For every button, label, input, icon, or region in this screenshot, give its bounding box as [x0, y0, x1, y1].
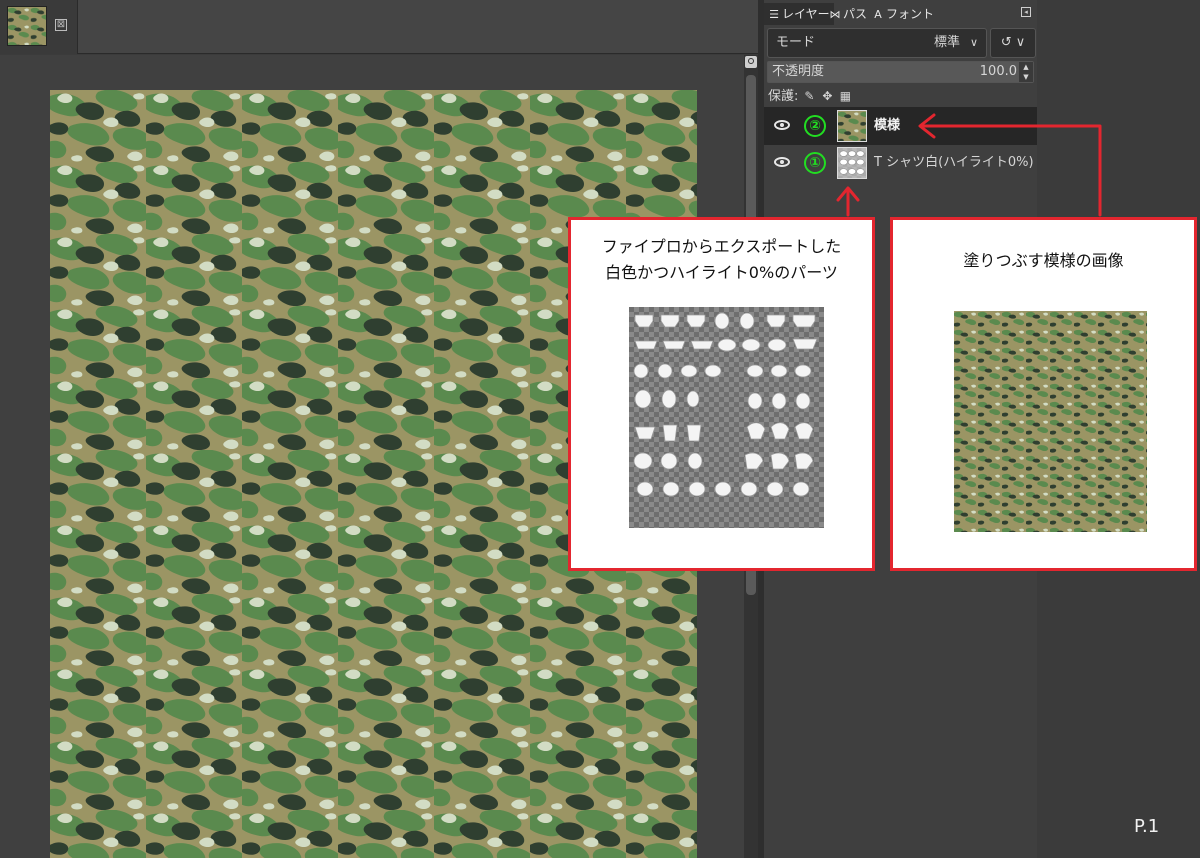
mode-value: 標準: [933, 35, 960, 50]
dock-tabs: ☰ レイヤー ⋈ パス A フォント: [764, 3, 1037, 25]
tab-fonts[interactable]: A フォント: [868, 3, 938, 25]
callout-line: 塗りつぶす模様の画像: [963, 251, 1124, 270]
layers-icon: ☰: [769, 8, 779, 21]
tab-paths[interactable]: ⋈ パス: [825, 3, 871, 25]
layer-row-tshirt[interactable]: ① T シャツ白(ハイライト0%): [764, 144, 1037, 182]
brush-lock-icon[interactable]: ✎: [802, 86, 816, 106]
chevron-down-icon: ∨: [969, 36, 978, 49]
eye-icon[interactable]: [774, 120, 790, 130]
opacity-slider[interactable]: 不透明度 100.0 ▲ ▼: [767, 61, 1034, 83]
annotation-number-badge: ②: [804, 115, 826, 137]
close-tab-icon[interactable]: ⊠: [55, 19, 67, 31]
lock-label: 保護:: [768, 89, 799, 104]
pattern-preview-image: [954, 311, 1147, 532]
layer-thumbnail: [837, 147, 867, 179]
layer-name[interactable]: 模様: [874, 107, 900, 145]
dock-menu-icon[interactable]: ◂: [1021, 7, 1031, 17]
image-tab[interactable]: ⊠: [0, 0, 78, 54]
image-thumbnail: [7, 6, 47, 46]
callout-tshirt-parts: ファイプロからエクスポートした 白色かつハイライト0%のパーツ: [568, 217, 875, 571]
layer-name[interactable]: T シャツ白(ハイライト0%): [874, 144, 1034, 182]
layer-thumbnail: [837, 110, 867, 142]
position-lock-icon[interactable]: ✥: [820, 86, 834, 106]
lock-row: 保護: ✎ ✥ ▦: [768, 86, 852, 106]
page-number: P.1: [1134, 816, 1160, 837]
fonts-icon: A: [874, 8, 882, 21]
eye-icon[interactable]: [774, 157, 790, 167]
callout-line: 白色かつハイライト0%のパーツ: [605, 263, 838, 282]
zoom-navigate-icon[interactable]: [745, 56, 757, 68]
opacity-label: 不透明度: [772, 64, 825, 79]
tab-layers[interactable]: ☰ レイヤー: [764, 3, 834, 25]
mode-select[interactable]: モード 標準 ∨: [767, 28, 987, 58]
tab-fonts-label: フォント: [886, 7, 935, 21]
parts-preview-image: [629, 307, 824, 528]
callout-fill-pattern: 塗りつぶす模様の画像: [890, 217, 1197, 571]
tab-paths-label: パス: [843, 7, 868, 21]
callout-text: 塗りつぶす模様の画像: [893, 248, 1194, 274]
alpha-lock-icon[interactable]: ▦: [838, 86, 852, 106]
mode-label: モード: [776, 35, 816, 50]
layer-row-pattern[interactable]: ② 模様: [764, 107, 1037, 145]
opacity-value: 100.0: [979, 64, 1017, 79]
callout-text: ファイプロからエクスポートした 白色かつハイライト0%のパーツ: [571, 234, 872, 286]
callout-line: ファイプロからエクスポートした: [601, 237, 842, 256]
opacity-spinner-icon[interactable]: ▲ ▼: [1019, 62, 1033, 82]
paths-icon: ⋈: [829, 8, 841, 21]
tab-layers-label: レイヤー: [782, 7, 830, 21]
composite-mode-button[interactable]: ↺ ∨: [990, 28, 1036, 58]
image-tab-bar: ⊠: [0, 0, 758, 54]
annotation-number-badge: ①: [804, 152, 826, 174]
